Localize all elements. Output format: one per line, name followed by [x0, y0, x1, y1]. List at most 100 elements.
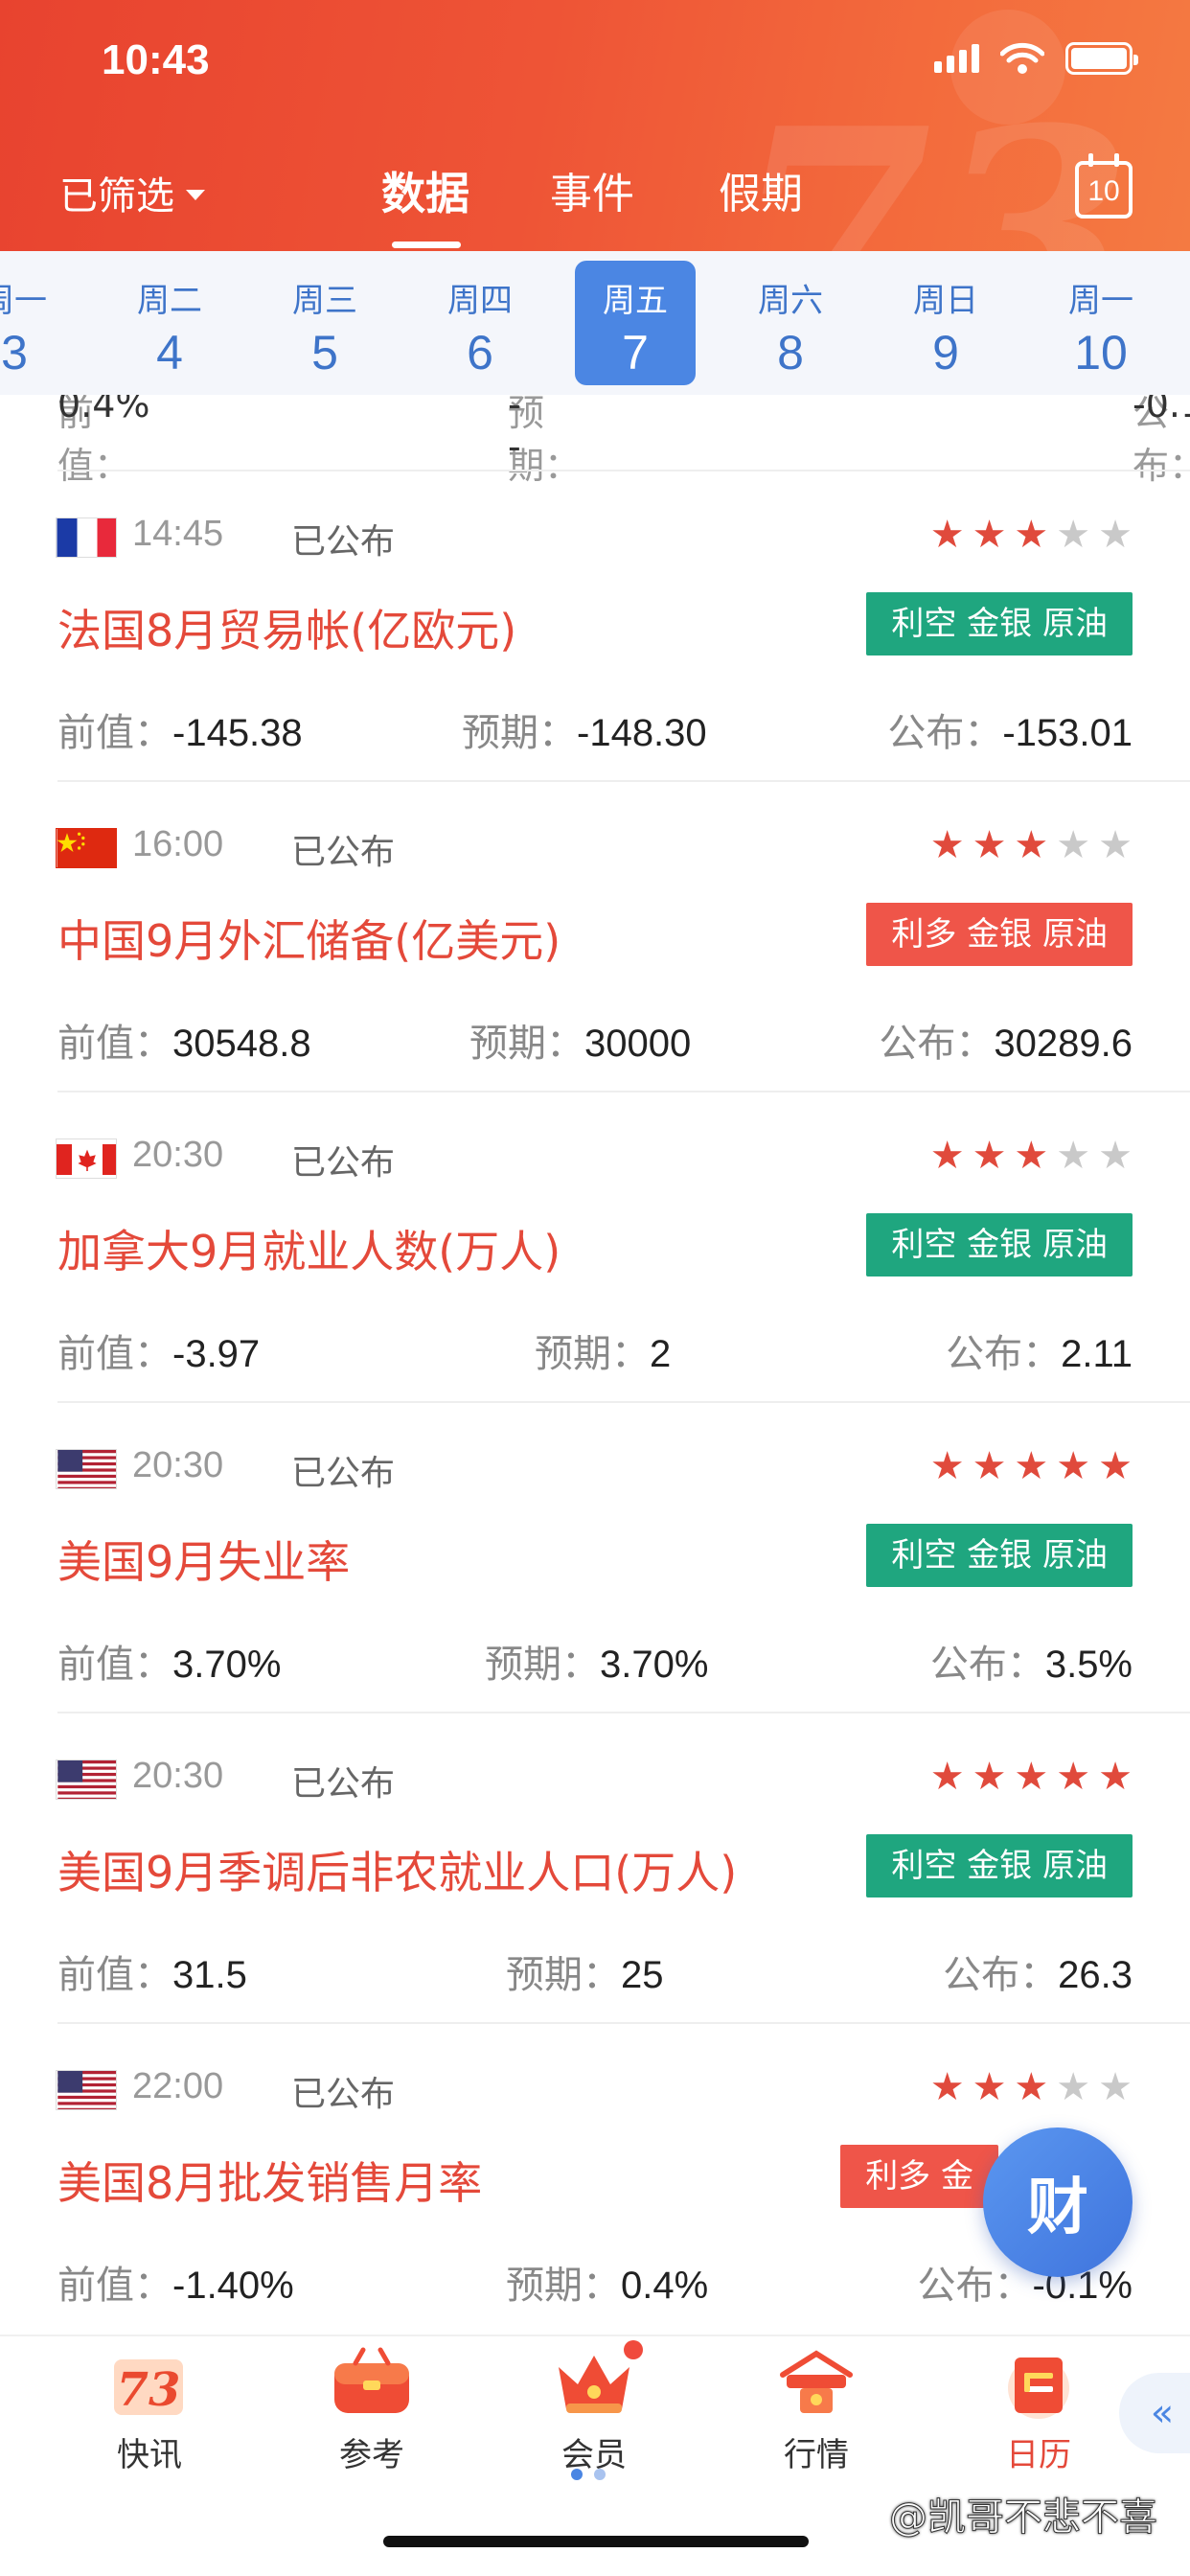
- event-status: 已公布: [291, 1454, 396, 1493]
- date-item[interactable]: 周四 6: [420, 261, 540, 385]
- date-item-selected[interactable]: 周五 7: [575, 261, 696, 385]
- forecast-label: 预期：: [535, 1332, 650, 1376]
- date-weekday: 周五: [603, 282, 668, 320]
- event-title[interactable]: 美国8月批发销售月率: [57, 2149, 482, 2212]
- date-number: 6: [467, 326, 493, 380]
- event-title[interactable]: 法国8月贸易帐(亿欧元): [57, 596, 516, 659]
- star-filled-icon: ★: [1056, 1444, 1091, 1488]
- calendar-icon-day: 10: [1087, 175, 1120, 207]
- nav-item-reference[interactable]: 参考: [305, 2346, 439, 2475]
- star-filled-icon: ★: [929, 1444, 965, 1488]
- event-title[interactable]: 中国9月外汇储备(亿美元): [57, 907, 561, 970]
- date-strip: 周一 3 周二 4 周三 5 周四 6 周五 7 周六 8 周日 9 周一 10: [0, 251, 1190, 395]
- market-icon: [773, 2346, 859, 2423]
- star-filled-icon: ★: [972, 1444, 1007, 1488]
- nav-item-market[interactable]: 行情: [749, 2346, 883, 2475]
- star-empty-icon: ★: [1098, 823, 1133, 867]
- actual-value: 30289.6: [994, 1023, 1133, 1065]
- canada-flag-icon: [56, 1138, 117, 1179]
- wifi-icon: [1000, 42, 1044, 74]
- tab-events[interactable]: 事件: [550, 159, 634, 220]
- tab-holidays[interactable]: 假期: [719, 159, 803, 220]
- event-values: 前值：-3.97 预期：2 公布：2.11: [0, 1322, 1190, 1376]
- star-filled-icon: ★: [1014, 1444, 1049, 1488]
- event-list[interactable]: 前值：0.4% 预期：-- 公布：-0.1% 14:45 已公布 ★★★★★ 法…: [0, 395, 1190, 2334]
- star-filled-icon: ★: [929, 2065, 965, 2109]
- star-filled-icon: ★: [1014, 513, 1049, 557]
- calendar-icon: [995, 2346, 1082, 2423]
- nav-item-news[interactable]: 73 快讯: [82, 2346, 217, 2475]
- usa-flag-icon: [56, 1449, 117, 1489]
- caret-down-icon: [186, 189, 205, 200]
- filter-dropdown[interactable]: 已筛选: [59, 165, 205, 220]
- forecast-value: 2: [650, 1333, 672, 1375]
- star-empty-icon: ★: [1056, 823, 1091, 867]
- event-time: 20:30: [132, 1756, 224, 1796]
- page-dot-active: [571, 2469, 583, 2480]
- event-item[interactable]: 20:30 已公布 ★ ★ ★ ★ ★ 加拿大9月就业人数(万人) 利空 金银 原油 前…: [0, 1092, 1190, 1403]
- event-title[interactable]: 加拿大9月就业人数(万人): [57, 1217, 561, 1280]
- date-item[interactable]: 周六 8: [730, 261, 851, 385]
- prev-label: 前值：: [57, 1643, 172, 1687]
- home-indicator[interactable]: [383, 2536, 809, 2547]
- forecast-label: 预期：: [485, 1643, 600, 1687]
- event-title[interactable]: 美国9月季调后非农就业人口(万人): [57, 1838, 737, 1901]
- star-empty-icon: ★: [1056, 1134, 1091, 1178]
- date-item[interactable]: 周二 4: [109, 261, 230, 385]
- calendar-icon[interactable]: 10: [1075, 153, 1133, 218]
- actual-label: 公布：: [887, 711, 1003, 755]
- star-filled-icon: ★: [1014, 1134, 1049, 1178]
- actual-value: -0.1%: [1133, 395, 1190, 426]
- event-item[interactable]: 14:45 已公布 ★ ★ ★ ★ ★ 法国8月贸易帐(亿欧元) 利空 金银 原油 前值…: [0, 472, 1190, 782]
- date-weekday: 周二: [137, 282, 202, 320]
- usa-flag-icon: [56, 2070, 117, 2110]
- prev-value: -3.97: [172, 1333, 261, 1375]
- prev-label: 前值：: [57, 2264, 172, 2308]
- star-filled-icon: ★: [1056, 1755, 1091, 1799]
- importance-stars: ★ ★ ★ ★ ★: [930, 1447, 1133, 1485]
- star-filled-icon: ★: [929, 1134, 965, 1178]
- prev-label: 前值：: [57, 1022, 172, 1066]
- finance-fab-button[interactable]: 财: [983, 2128, 1133, 2277]
- date-item[interactable]: 周一 10: [1041, 261, 1161, 385]
- event-item[interactable]: 20:30 已公布 ★ ★ ★ ★ ★ 美国9月失业率 利空 金银 原油 前值：3.70…: [0, 1403, 1190, 1714]
- star-filled-icon: ★: [1014, 2065, 1049, 2109]
- cellular-signal-icon: [934, 44, 979, 73]
- nav-item-membership[interactable]: 会员: [527, 2340, 661, 2475]
- date-item[interactable]: 周三 5: [264, 261, 385, 385]
- event-time: 14:45: [132, 514, 224, 554]
- star-empty-icon: ★: [1098, 513, 1133, 557]
- tab-data[interactable]: 数据: [381, 159, 469, 222]
- actual-label: 公布：: [929, 1643, 1045, 1687]
- svg-text:73: 73: [117, 2363, 181, 2417]
- actual-value: -153.01: [1002, 712, 1133, 754]
- date-item[interactable]: 周日 9: [885, 261, 1006, 385]
- prev-label: 前值：: [57, 711, 172, 755]
- event-title[interactable]: 美国9月失业率: [57, 1528, 350, 1591]
- event-item[interactable]: 16:00 已公布 ★ ★ ★ ★ ★ 中国9月外汇储备(亿美元) 利多 金银 原油 前…: [0, 782, 1190, 1092]
- forecast-label: 预期：: [506, 1953, 621, 1997]
- forecast-value: 3.70%: [600, 1644, 709, 1686]
- prev-label: 前值：: [57, 1953, 172, 1997]
- battery-icon: [1065, 42, 1138, 75]
- collapse-button[interactable]: «: [1119, 2373, 1190, 2453]
- star-empty-icon: ★: [1056, 513, 1091, 557]
- date-item[interactable]: 周一 3: [0, 261, 75, 385]
- china-flag-icon: [56, 828, 117, 868]
- date-number: 3: [1, 326, 28, 380]
- event-item[interactable]: 20:30 已公布 ★ ★ ★ ★ ★ 美国9月季调后非农就业人口(万人) 利空 金银 …: [0, 1714, 1190, 2024]
- date-weekday: 周日: [913, 282, 978, 320]
- event-time: 22:00: [132, 2066, 224, 2106]
- nav-item-calendar[interactable]: 日历: [972, 2346, 1106, 2475]
- actual-label: 公布：: [917, 2264, 1033, 2308]
- forecast-value: --: [508, 395, 521, 468]
- date-weekday: 周四: [447, 282, 513, 320]
- importance-stars: ★ ★ ★ ★ ★: [930, 516, 1133, 554]
- importance-stars: ★ ★ ★ ★ ★: [930, 826, 1133, 864]
- star-filled-icon: ★: [929, 1755, 965, 1799]
- status-time: 10:43: [102, 36, 210, 83]
- prev-value: 3.70%: [172, 1644, 282, 1686]
- event-time: 20:30: [132, 1445, 224, 1485]
- actual-value: 3.5%: [1044, 1644, 1133, 1686]
- star-filled-icon: ★: [1098, 1444, 1133, 1488]
